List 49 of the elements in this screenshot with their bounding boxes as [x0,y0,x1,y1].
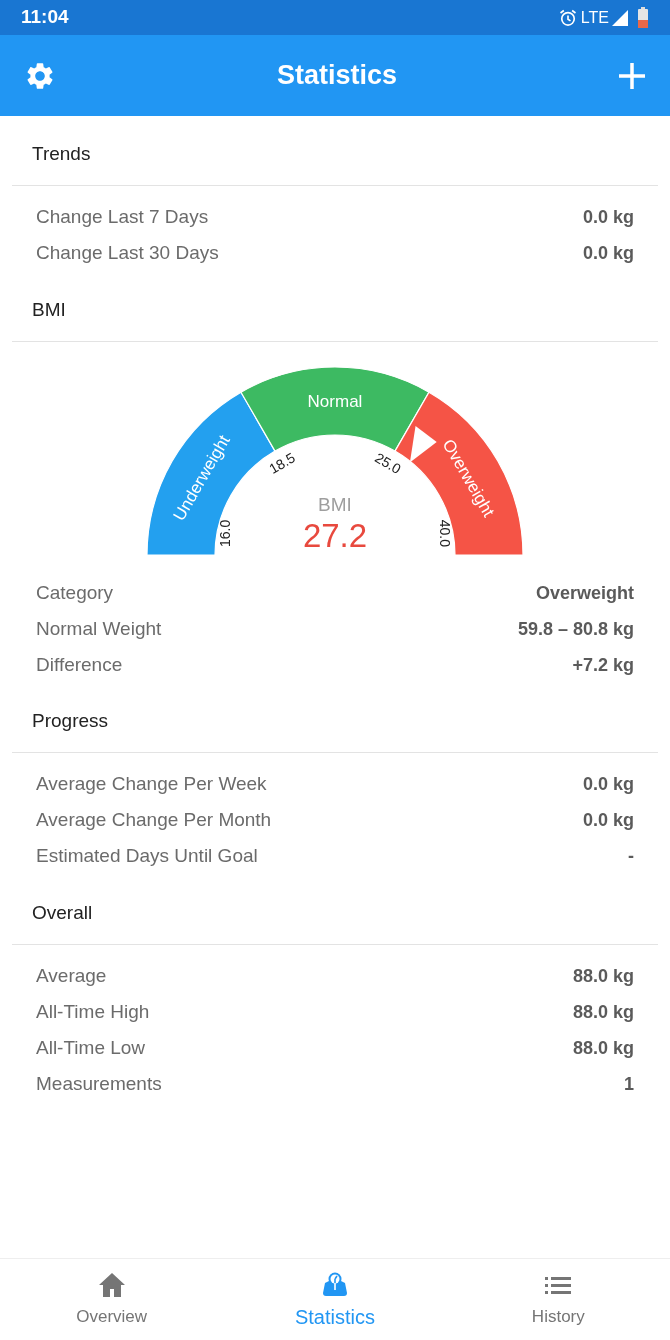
add-button[interactable] [618,61,646,90]
list-icon [544,1274,573,1295]
stat-value: 0.0 kg [582,772,634,796]
stat-label: Category [36,580,114,605]
section-header: BMI [32,297,66,322]
stat-label: Change Last 30 Days [36,240,219,265]
stat-value: 0.0 kg [582,205,634,229]
stat-value: 88.0 kg [572,1000,634,1024]
stat-value: 0.0 kg [582,808,634,832]
segment-label: Normal [307,391,363,411]
bmi-value: 27.2 [302,517,368,554]
section-header: Trends [32,141,91,166]
signal-icon [611,8,629,27]
alarm-clock-icon [557,7,578,28]
home-icon [97,1271,126,1298]
screen-title: Statistics [276,59,398,93]
stat-label: Estimated Days Until Goal [36,843,258,868]
stat-value: - [628,844,634,868]
stat-label: Difference [36,652,123,677]
stat-value: 0.0 kg [582,241,634,265]
stat-label: Normal Weight [36,616,162,641]
add-icon [618,61,646,90]
tick-label: 18.5 [266,449,298,477]
stat-label: Average Change Per Week [36,771,267,796]
stat-label: Measurements [36,1071,162,1096]
network-type: LTE [580,7,609,28]
stat-value: 88.0 kg [572,964,634,988]
nav-tab[interactable]: History [446,1259,670,1340]
section-header: Progress [32,708,109,733]
status-time: 11:04 [21,5,69,30]
stat-label: Average [36,963,107,988]
stat-value: 59.8 – 80.8 kg [517,617,634,641]
stat-value: +7.2 kg [572,653,634,677]
nav-tab[interactable]: Statistics [223,1259,447,1340]
section-header: Overall [32,900,93,925]
tick-label: 40.0 [437,519,453,547]
stat-label: All-Time Low [36,1035,146,1060]
stat-value: Overweight [535,581,634,605]
gauge-pointer [409,426,437,463]
stat-value: 1 [624,1072,634,1096]
stat-label: Change Last 7 Days [36,204,209,229]
stat-label: All-Time High [36,999,150,1024]
tick-label: 25.0 [372,449,404,477]
gauge-caption: BMI [318,494,352,515]
stat-value: 88.0 kg [572,1036,634,1060]
stat-label: Average Change Per Month [36,807,272,832]
nav-tab[interactable]: Overview [0,1259,224,1340]
tick-label: 16.0 [217,519,233,547]
battery-icon [637,6,649,29]
